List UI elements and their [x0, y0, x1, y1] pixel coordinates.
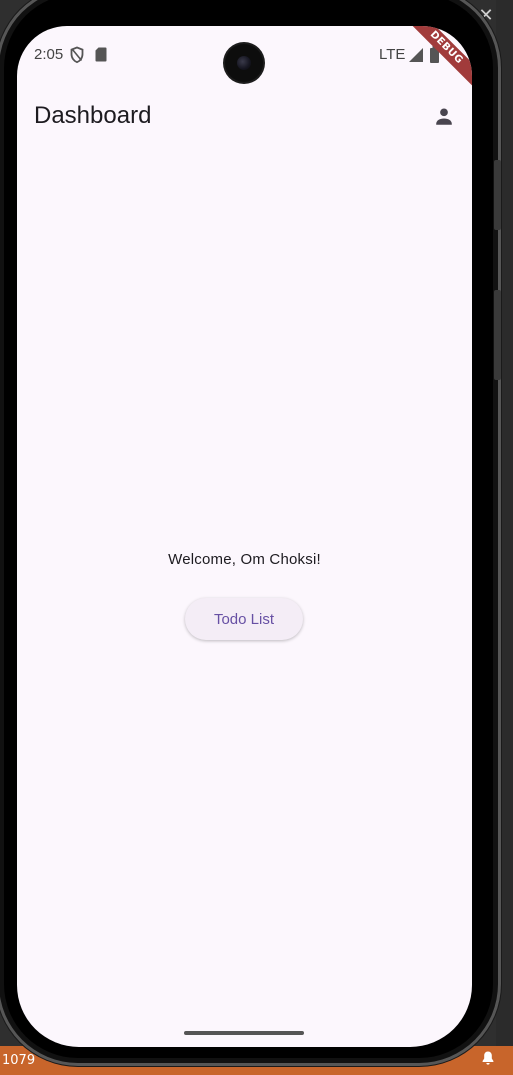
phone-screen: 2:05 LTE DEBUG Dashboard Welcome, Om Cho…	[17, 26, 472, 1047]
stage: ✕ 1079 2:05 LTE DEBUG Dashboard Welcome,…	[0, 0, 513, 1075]
ide-status-text: 1079	[2, 1053, 36, 1068]
home-indicator[interactable]	[184, 1031, 304, 1035]
profile-button[interactable]	[430, 102, 458, 130]
welcome-message: Welcome, Om Choksi!	[168, 551, 321, 568]
todo-list-button[interactable]: Todo List	[185, 598, 303, 640]
signal-icon	[409, 48, 423, 62]
front-camera	[225, 44, 263, 82]
network-type: LTE	[379, 46, 406, 63]
page-title: Dashboard	[34, 102, 152, 129]
power-button	[494, 290, 501, 380]
app-bar: Dashboard	[17, 84, 472, 148]
camera-lens	[237, 56, 251, 70]
status-time: 2:05	[34, 46, 64, 63]
notification-bell-icon[interactable]	[480, 1050, 496, 1066]
volume-button	[494, 160, 501, 230]
person-icon	[436, 108, 452, 125]
status-bar: 2:05 LTE	[17, 26, 472, 84]
sd-card-icon	[95, 47, 107, 62]
shield-icon	[70, 46, 84, 64]
